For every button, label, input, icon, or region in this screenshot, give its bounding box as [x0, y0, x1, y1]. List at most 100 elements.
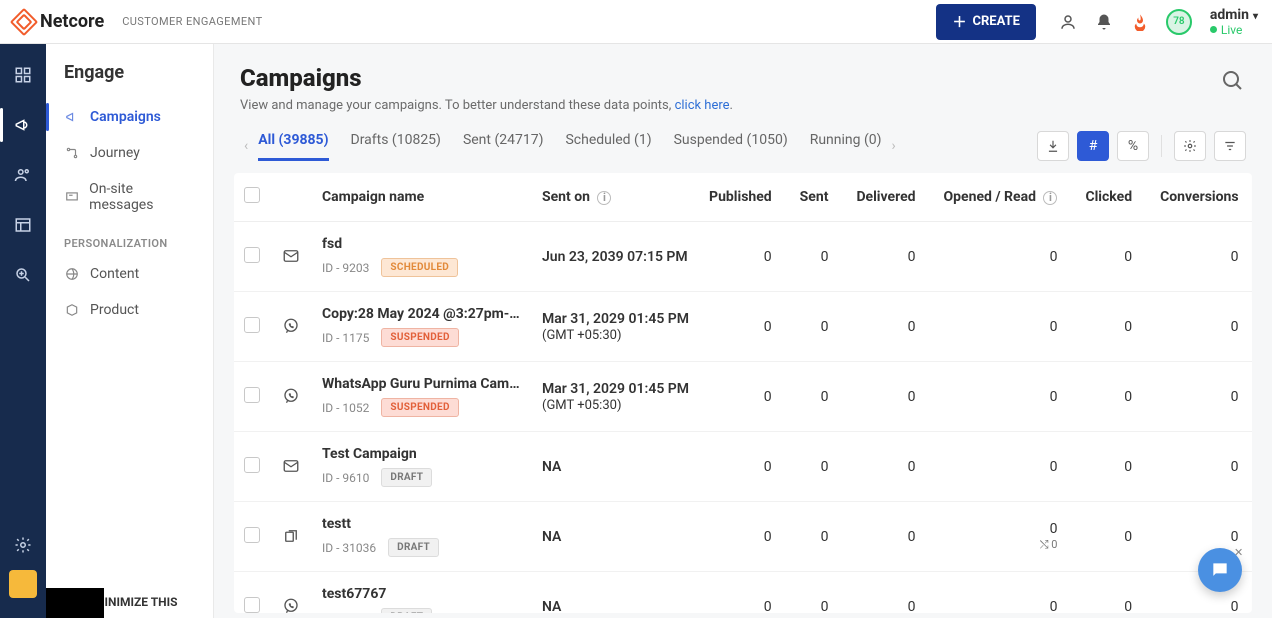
- campaign-id: ID - 9610: [322, 471, 369, 485]
- side-panel: Engage CampaignsJourneyOn-site messages …: [46, 44, 214, 618]
- sidebar-item-content[interactable]: Content: [46, 256, 213, 292]
- select-all-checkbox[interactable]: [244, 187, 260, 203]
- minimize-label: MINIMIZE THIS: [94, 595, 178, 609]
- status-badge: DRAFT: [381, 468, 432, 487]
- panel-title: Engage: [46, 62, 213, 99]
- megaphone-icon[interactable]: [12, 114, 34, 136]
- create-button[interactable]: ＋ CREATE: [936, 4, 1035, 40]
- search-zoom-icon[interactable]: [12, 264, 34, 286]
- status-badge: DRAFT: [388, 538, 439, 557]
- cell-sent: 0: [790, 222, 847, 292]
- campaign-name: WhatsApp Guru Purnima Camp…: [322, 376, 522, 392]
- tab-suspended[interactable]: Suspended (1050): [674, 132, 788, 161]
- cell-delivered: 0: [846, 572, 933, 614]
- info-icon[interactable]: i: [1043, 191, 1057, 205]
- layout-icon[interactable]: [12, 214, 34, 236]
- cell-sent-on: Mar 31, 2029 01:45 PM(GMT +05:30): [532, 292, 699, 362]
- cell-sent-on: NA: [532, 572, 699, 614]
- whatsapp-icon: [280, 595, 302, 614]
- score-badge[interactable]: 78: [1166, 9, 1192, 35]
- brand-name: Netcore: [40, 11, 104, 32]
- table-row[interactable]: WhatsApp Guru Purnima Camp…ID - 1052SUSP…: [234, 362, 1252, 432]
- info-icon[interactable]: i: [597, 191, 611, 205]
- tabs-next-icon[interactable]: ›: [888, 134, 900, 158]
- tab-scheduled[interactable]: Scheduled (1): [565, 132, 651, 161]
- row-checkbox[interactable]: [244, 597, 260, 613]
- cell-sent-on: Jun 23, 2039 07:15 PM: [532, 222, 699, 292]
- status-badge: SUSPENDED: [381, 398, 458, 417]
- campaign-id: ID - 31036: [322, 541, 376, 555]
- col-sent[interactable]: Sent: [790, 173, 847, 222]
- user-icon[interactable]: [1058, 12, 1078, 32]
- col-published[interactable]: Published: [699, 173, 790, 222]
- table-row[interactable]: Copy:28 May 2024 @3:27pm-…ID - 1175SUSPE…: [234, 292, 1252, 362]
- row-checkbox[interactable]: [244, 317, 260, 333]
- user-menu[interactable]: admin▾ Live: [1210, 7, 1258, 37]
- bell-icon[interactable]: [1094, 12, 1114, 32]
- table-row[interactable]: testtID - 31036DRAFTNA0000⤭ 000: [234, 502, 1252, 572]
- fire-icon[interactable]: [1130, 12, 1150, 32]
- cell-sent: 0: [790, 362, 847, 432]
- col-name[interactable]: Campaign name: [312, 173, 532, 222]
- sidebar-item-journey[interactable]: Journey: [46, 135, 213, 171]
- cell-delivered: 0: [846, 362, 933, 432]
- cell-opened: 0: [934, 292, 1076, 362]
- row-checkbox[interactable]: [244, 457, 260, 473]
- table-row[interactable]: fsdID - 9203SCHEDULEDJun 23, 2039 07:15 …: [234, 222, 1252, 292]
- page-search-icon[interactable]: [1220, 68, 1244, 92]
- col-delivered[interactable]: Delivered: [846, 173, 933, 222]
- cell-sent-on: NA: [532, 502, 699, 572]
- tab-running[interactable]: Running (0): [810, 132, 882, 161]
- live-dot-icon: [1210, 26, 1217, 33]
- tabs-prev-icon[interactable]: ‹: [240, 134, 252, 158]
- row-checkbox[interactable]: [244, 527, 260, 543]
- numbers-toggle[interactable]: #: [1077, 131, 1109, 161]
- tab-sent[interactable]: Sent (24717): [463, 132, 544, 161]
- app-tile-icon[interactable]: [9, 570, 37, 598]
- percent-toggle[interactable]: %: [1117, 131, 1149, 161]
- brand-logo[interactable]: Netcore: [14, 11, 104, 32]
- sidebar-item-label: Content: [90, 266, 139, 282]
- col-conversions[interactable]: Conversions: [1150, 173, 1252, 222]
- cell-published: 0: [699, 432, 790, 502]
- cell-clicked: 0: [1075, 362, 1150, 432]
- cell-sent: 0: [790, 292, 847, 362]
- table-row[interactable]: test67767ID - 1283DRAFTNA000000: [234, 572, 1252, 614]
- filter-button[interactable]: [1214, 131, 1246, 161]
- page-title: Campaigns: [240, 64, 1246, 92]
- download-button[interactable]: [1037, 131, 1069, 161]
- settings-columns-button[interactable]: [1174, 131, 1206, 161]
- sidebar-item-product[interactable]: Product: [46, 292, 213, 328]
- chat-button[interactable]: [1198, 548, 1242, 592]
- content-icon: [64, 266, 80, 282]
- cell-conversions: 0: [1150, 222, 1252, 292]
- tab-drafts[interactable]: Drafts (10825): [351, 132, 441, 161]
- cell-sent-on: NA: [532, 432, 699, 502]
- table-row[interactable]: Test CampaignID - 9610DRAFTNA000000: [234, 432, 1252, 502]
- doc-link[interactable]: click here: [675, 98, 730, 113]
- people-icon[interactable]: [12, 164, 34, 186]
- live-label: Live: [1221, 23, 1242, 37]
- tab-all[interactable]: All (39885): [258, 132, 328, 161]
- cell-conversions: 0: [1150, 292, 1252, 362]
- cell-sent: 0: [790, 502, 847, 572]
- sidebar-item-label: Campaigns: [90, 109, 161, 125]
- sidebar-item-on-site-messages[interactable]: On-site messages: [46, 171, 213, 223]
- sidebar-item-label: On-site messages: [89, 181, 195, 213]
- whatsapp-icon: [280, 315, 302, 337]
- apps-icon[interactable]: [12, 64, 34, 86]
- row-checkbox[interactable]: [244, 387, 260, 403]
- minimize-button[interactable]: 〈 MINIMIZE THIS: [76, 593, 178, 610]
- settings-icon[interactable]: [12, 534, 34, 556]
- col-opened[interactable]: Opened / Read: [944, 189, 1036, 205]
- cell-opened: 0: [934, 222, 1076, 292]
- row-checkbox[interactable]: [244, 247, 260, 263]
- sidebar-item-campaigns[interactable]: Campaigns: [46, 99, 213, 135]
- col-senton[interactable]: Sent on: [542, 189, 590, 205]
- cell-published: 0: [699, 222, 790, 292]
- campaign-id: ID - 1175: [322, 331, 369, 345]
- user-name: admin: [1210, 7, 1249, 23]
- cell-sent-on: Mar 31, 2029 01:45 PM(GMT +05:30): [532, 362, 699, 432]
- main-area: Campaigns View and manage your campaigns…: [214, 44, 1272, 618]
- col-clicked[interactable]: Clicked: [1075, 173, 1150, 222]
